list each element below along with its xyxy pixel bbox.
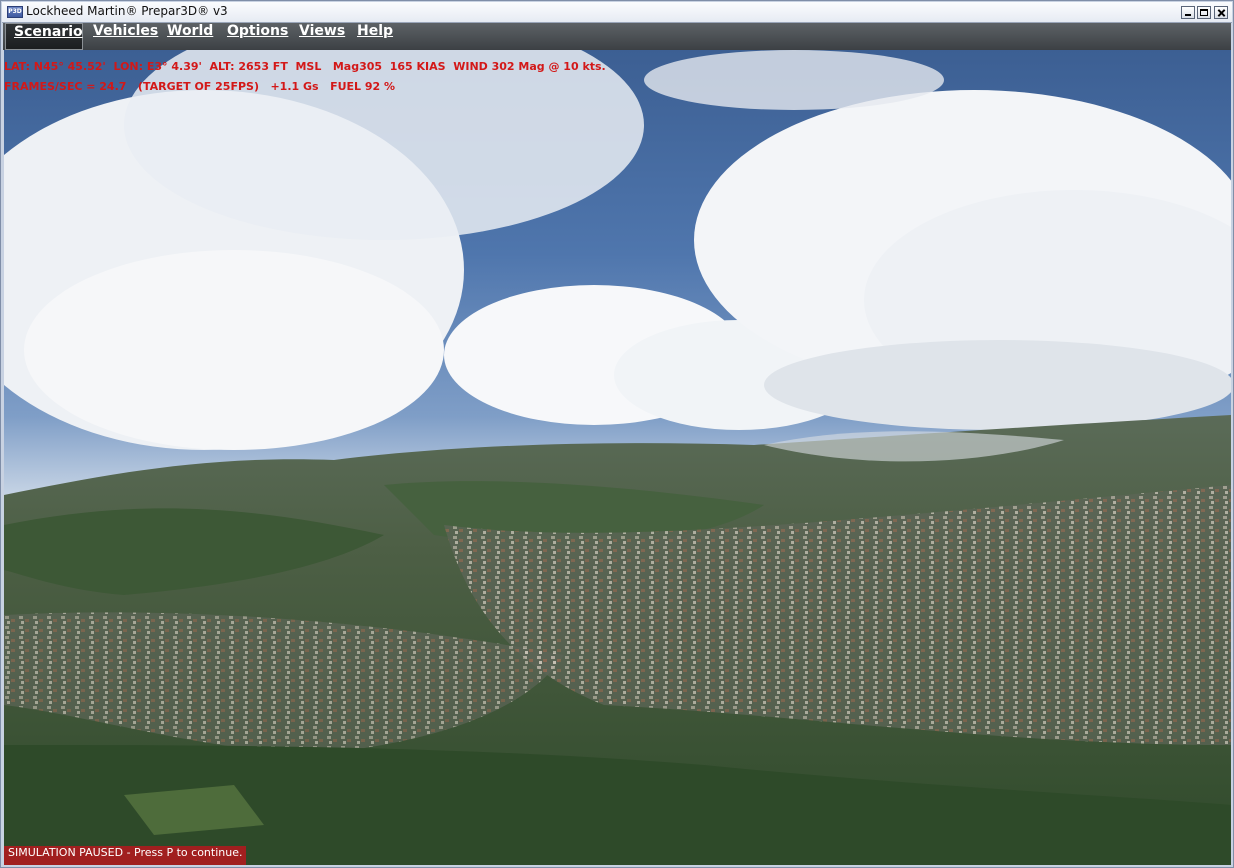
maximize-icon[interactable] bbox=[1197, 6, 1211, 19]
cloud bbox=[644, 50, 944, 110]
terrain bbox=[4, 415, 1231, 865]
title-bar[interactable]: P3D Lockheed Martin® Prepar3D® v3 bbox=[2, 2, 1232, 23]
menu-help[interactable]: Help bbox=[349, 23, 401, 50]
menu-bar: Scenario Vehicles World Options Views He… bbox=[3, 23, 1231, 50]
minimize-icon[interactable] bbox=[1181, 6, 1195, 19]
simulator-window: P3D Lockheed Martin® Prepar3D® v3 Scenar… bbox=[0, 0, 1234, 868]
terrain-graphic bbox=[4, 415, 1231, 865]
scenery-viewport[interactable] bbox=[4, 50, 1231, 865]
app-icon[interactable]: P3D bbox=[7, 6, 23, 18]
menu-views[interactable]: Views bbox=[291, 23, 353, 50]
menu-vehicles[interactable]: Vehicles bbox=[85, 23, 166, 50]
simulation-paused-banner: SIMULATION PAUSED - Press P to continue. bbox=[4, 846, 247, 865]
close-icon[interactable] bbox=[1214, 6, 1228, 19]
menu-scenario[interactable]: Scenario bbox=[5, 23, 83, 50]
hud-position-readout: LAT: N45° 45.52' LON: E3° 4.39' ALT: 265… bbox=[4, 60, 606, 73]
menu-world[interactable]: World bbox=[159, 23, 221, 50]
menu-options[interactable]: Options bbox=[219, 23, 296, 50]
window-title: Lockheed Martin® Prepar3D® v3 bbox=[26, 4, 228, 18]
hud-performance-readout: FRAMES/SEC = 24.7 (TARGET OF 25FPS) +1.1… bbox=[4, 80, 396, 93]
